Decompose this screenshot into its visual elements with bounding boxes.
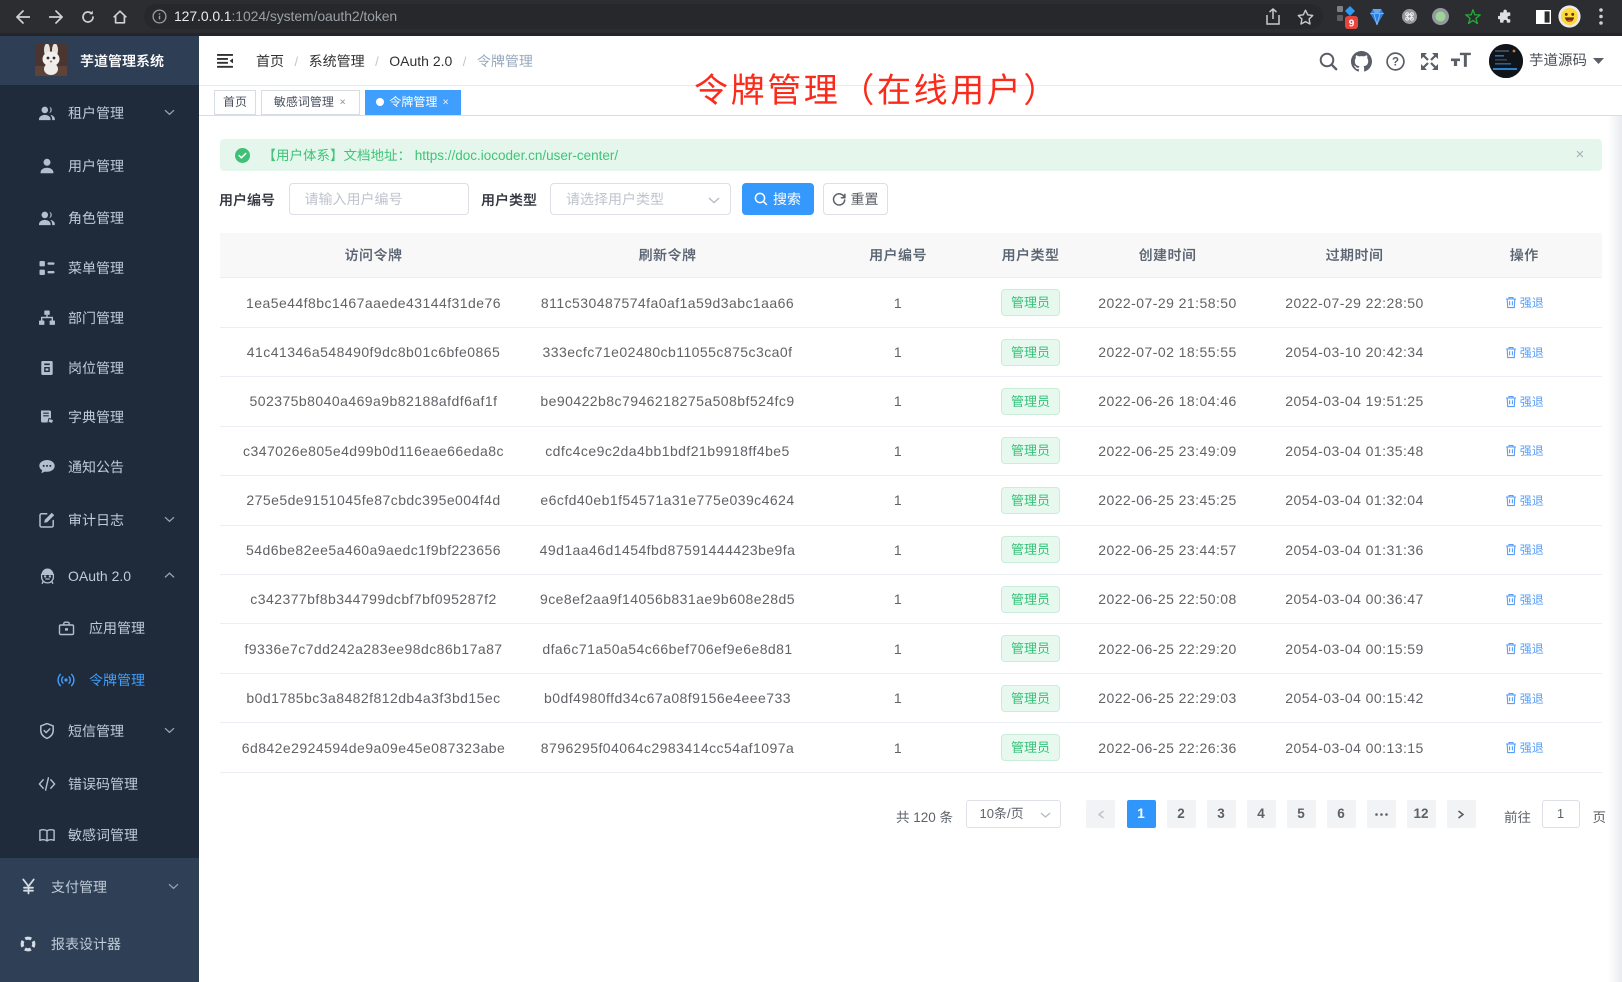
svg-text:?: ? — [1391, 56, 1398, 68]
svg-text:9: 9 — [1349, 18, 1355, 29]
